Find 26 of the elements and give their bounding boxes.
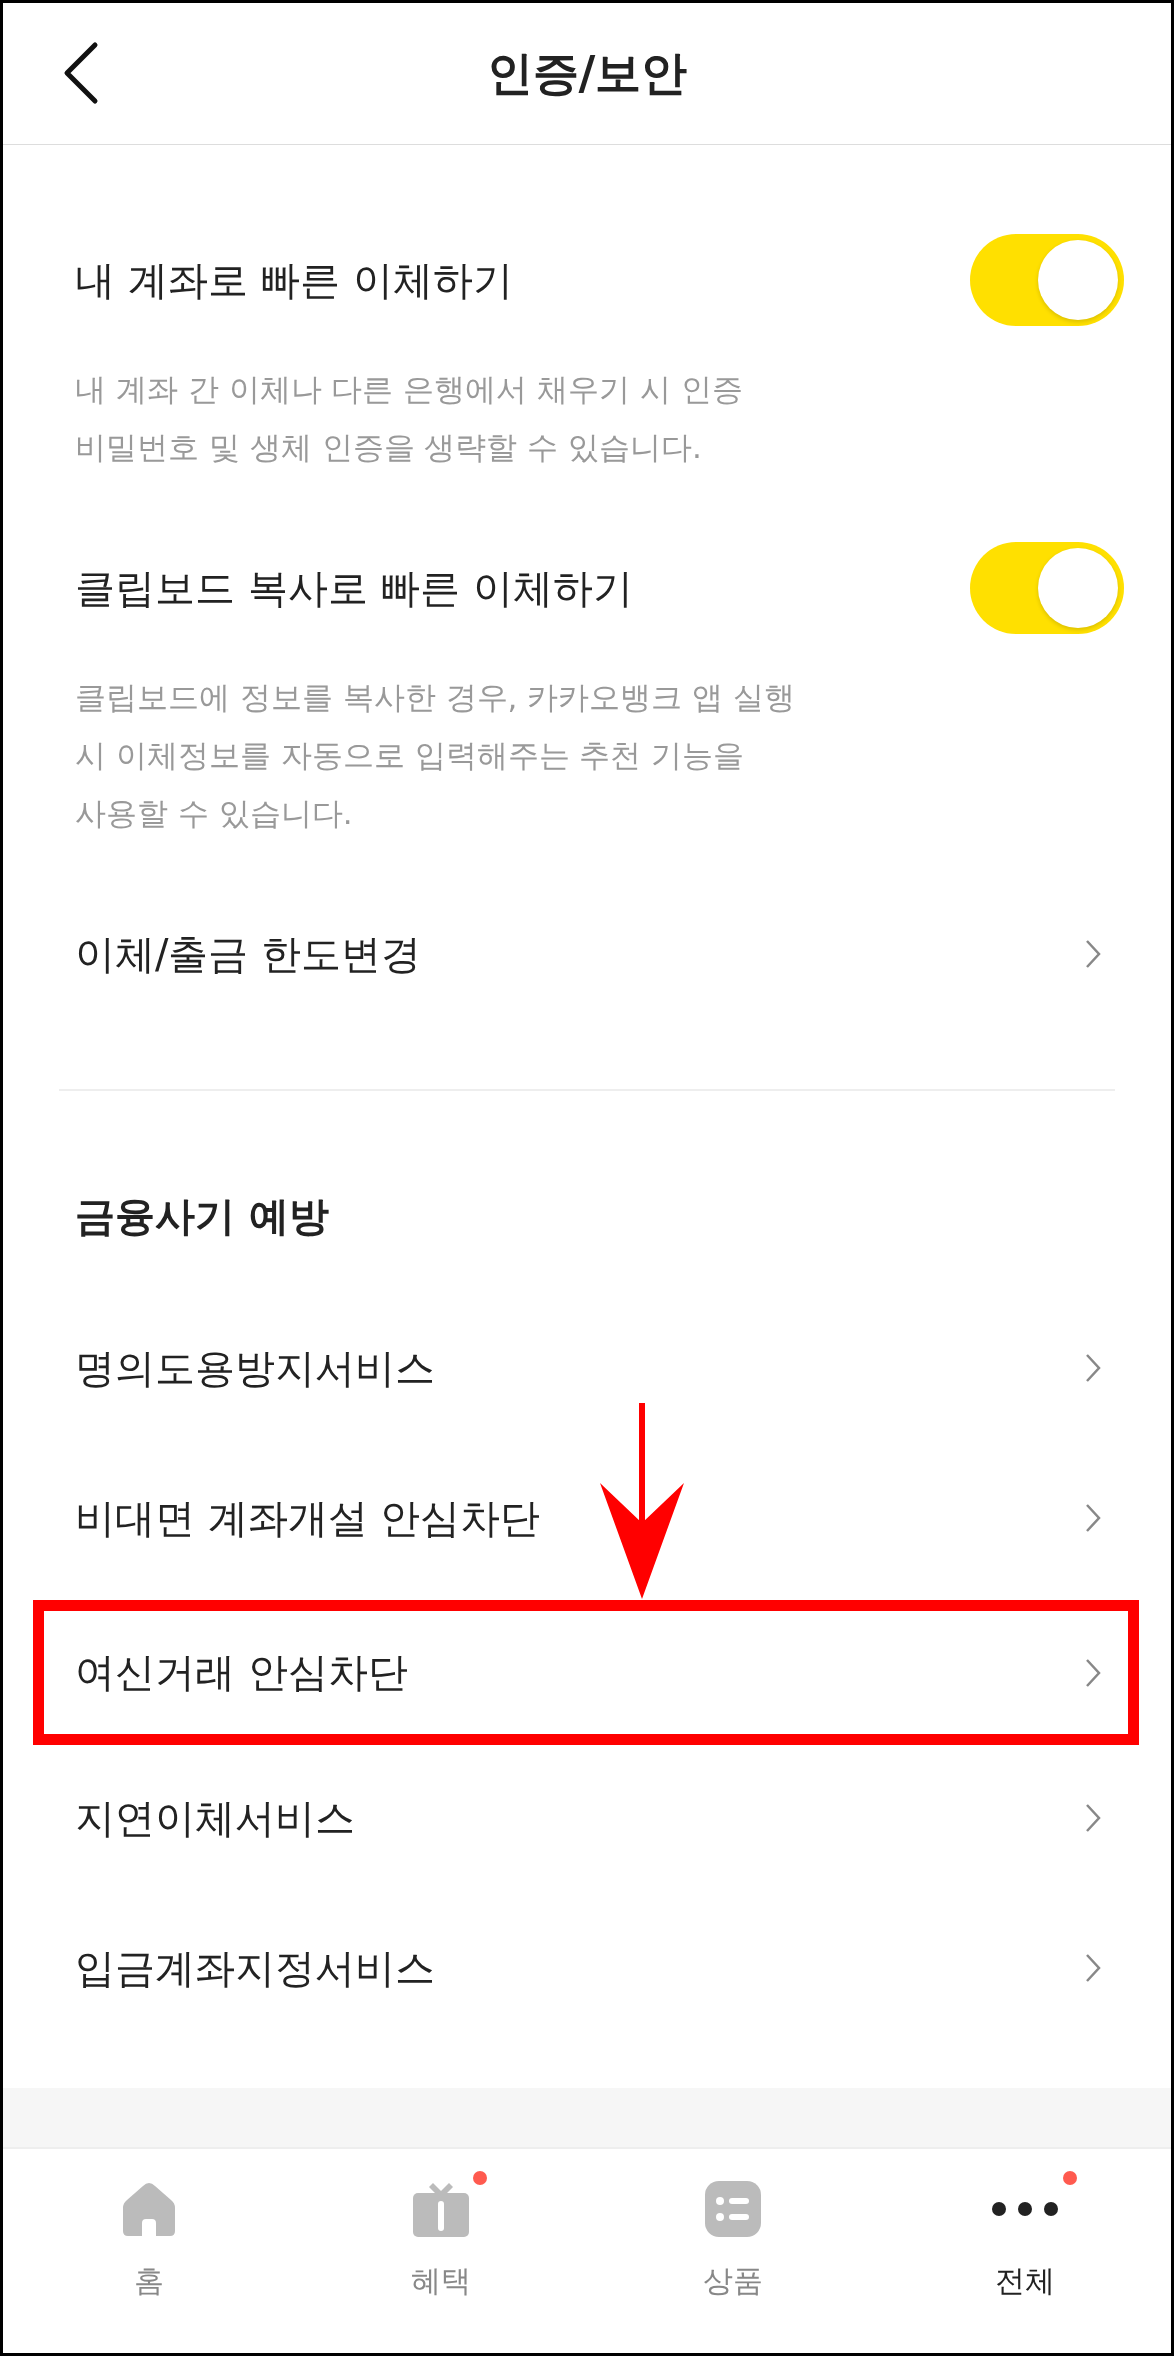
chevron-icon (1085, 1803, 1101, 1833)
menu-item[interactable]: 입금계좌지정서비스 (3, 1893, 1171, 2043)
setting-label: 클립보드 복사로 빠른 이체하기 (75, 563, 634, 613)
tab-item[interactable]: 상품 (587, 2149, 879, 2353)
tab-item[interactable]: 혜택 (295, 2149, 587, 2353)
chevron-icon (1085, 1353, 1101, 1383)
tab-item[interactable]: 전체 (879, 2149, 1171, 2353)
setting-description: 클립보드에 정보를 복사한 경우, 카카오뱅크 앱 실행 시 이체정보를 자동으로 입력해주는 추천 기능을 사용할 수 있습니다. (75, 678, 796, 833)
chevron-icon (1085, 939, 1101, 969)
chevron-icon (1085, 1953, 1101, 1983)
list-icon (705, 2181, 761, 2237)
menu-item[interactable]: 지연이체서비스 (3, 1743, 1171, 1893)
menu-item[interactable]: 명의도용방지서비스 (3, 1293, 1171, 1443)
chevron-icon (1085, 1503, 1101, 1533)
menu-item[interactable]: 이체/출금 한도변경 (3, 894, 1171, 1014)
menu-item[interactable]: 여신거래 안심차단 (44, 1611, 1128, 1734)
setting-description: 내 계좌 간 이체나 다른 은행에서 채우기 시 인증 비밀번호 및 생체 인증을 생략할 수 있습니다. (75, 370, 744, 467)
menu-item[interactable]: 비대면 계좌개설 안심차단 (3, 1443, 1171, 1593)
home-icon (121, 2181, 177, 2237)
page-title: 인증/보안 (486, 44, 688, 102)
section-title: 금융사기 예방 (74, 1191, 330, 1241)
setting-label: 내 계좌로 빠른 이체하기 (75, 255, 514, 305)
gift-icon (413, 2181, 469, 2237)
chevron-icon (1085, 1657, 1101, 1688)
more-icon (991, 2201, 1059, 2217)
tab-item[interactable]: 홈 (3, 2149, 295, 2353)
